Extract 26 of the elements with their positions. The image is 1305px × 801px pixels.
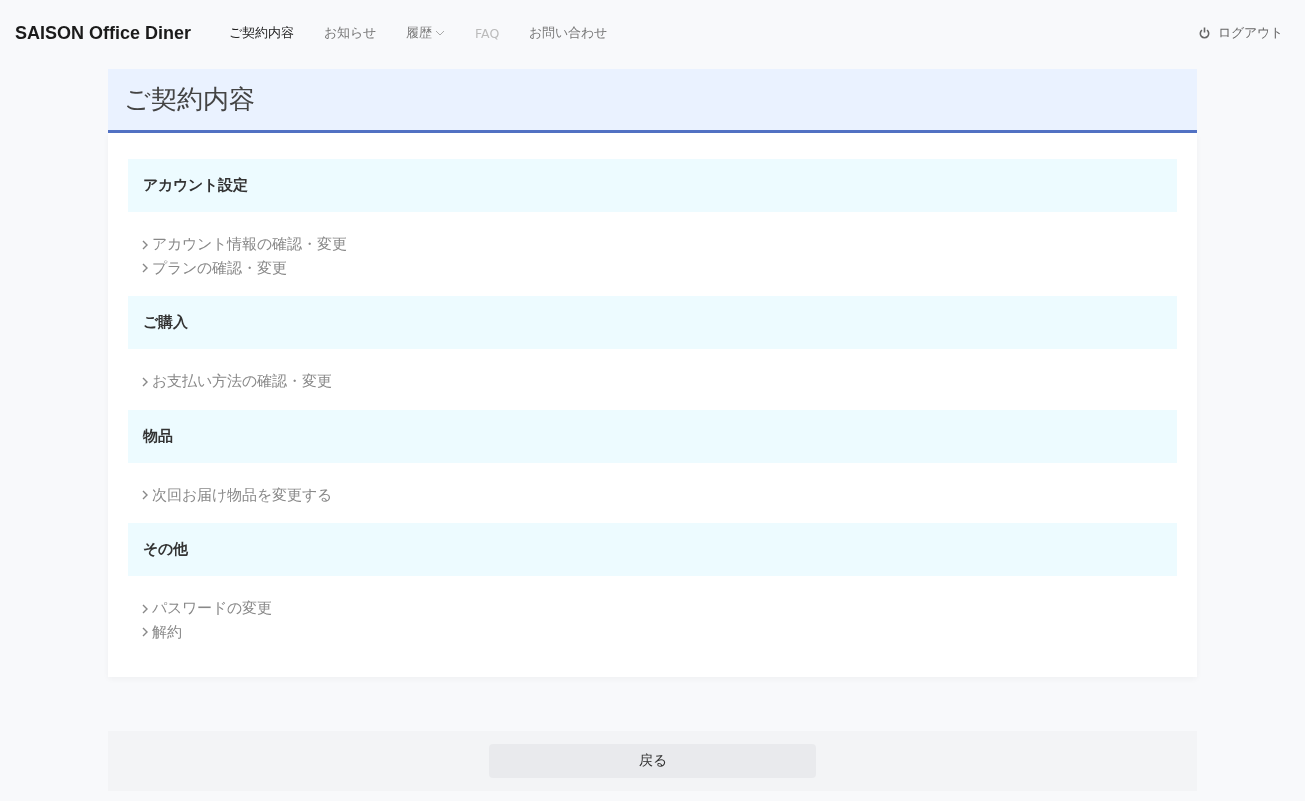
section-heading: その他 bbox=[128, 523, 1177, 576]
power-icon bbox=[1199, 27, 1210, 39]
chevron-icon bbox=[142, 490, 148, 501]
brand-logo[interactable]: SAISON Office Diner bbox=[15, 22, 192, 44]
nav-link[interactable]: お問い合わせ bbox=[529, 24, 608, 42]
caret-icon bbox=[435, 30, 446, 36]
settings-link[interactable]: 解約 bbox=[142, 620, 182, 644]
chevron-icon bbox=[142, 239, 148, 250]
logout-link[interactable]: ログアウト bbox=[1199, 24, 1283, 42]
page-title: ご契約内容 bbox=[108, 69, 1197, 133]
section-heading: 物品 bbox=[128, 409, 1177, 463]
back-button[interactable]: 戻る bbox=[489, 744, 816, 778]
settings-link[interactable]: プランの確認・変更 bbox=[142, 256, 287, 280]
settings-link[interactable]: アカウント情報の確認・変更 bbox=[142, 233, 347, 257]
chevron-icon bbox=[142, 263, 148, 274]
section-heading: ご購入 bbox=[128, 296, 1177, 349]
nav-link[interactable]: ご契約内容 bbox=[229, 24, 295, 42]
chevron-icon bbox=[142, 603, 148, 614]
settings-link[interactable]: お支払い方法の確認・変更 bbox=[142, 370, 332, 394]
chevron-icon bbox=[142, 376, 148, 387]
chevron-icon bbox=[142, 627, 148, 638]
settings-link[interactable]: パスワードの変更 bbox=[142, 597, 272, 621]
nav-link[interactable]: お知らせ bbox=[324, 24, 377, 42]
settings-link[interactable]: 次回お届け物品を変更する bbox=[142, 483, 332, 507]
section-heading: アカウント設定 bbox=[128, 159, 1177, 212]
nav-link[interactable]: 履歴 bbox=[406, 24, 446, 42]
